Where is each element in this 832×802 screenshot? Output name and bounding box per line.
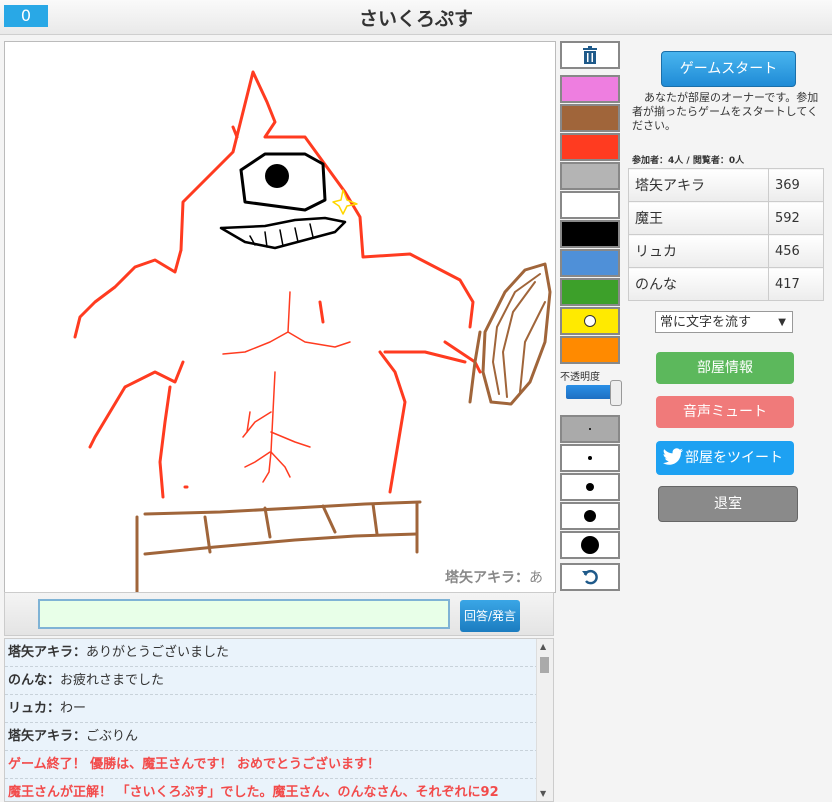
brush-size-1[interactable]	[560, 415, 620, 443]
color-swatch-brown[interactable]	[560, 104, 620, 132]
color-swatch-gray[interactable]	[560, 162, 620, 190]
chevron-down-icon: ▼	[778, 317, 786, 328]
room-info-button[interactable]: 部屋情報	[656, 352, 794, 384]
scroll-down-icon[interactable]: ▼	[540, 789, 546, 798]
chat-message: のんな：お疲れさまでした	[5, 667, 538, 695]
scroll-mode-select[interactable]: 常に文字を流す ▼	[655, 311, 793, 333]
brush-dot-icon	[589, 428, 591, 430]
tweet-room-button[interactable]: 部屋をツイート	[656, 441, 794, 475]
selected-color-indicator	[584, 315, 596, 327]
player-score: 456	[768, 234, 824, 268]
chat-text: 魔王さんが正解！ 「さいくろぷす」でした。魔王さん、のんなさん、それぞれに92	[8, 785, 499, 800]
drawer-message: 塔矢アキラ：あ	[445, 570, 543, 586]
brush-size-5[interactable]	[560, 531, 620, 559]
player-score: 417	[768, 267, 824, 301]
color-swatch-pink[interactable]	[560, 75, 620, 103]
color-swatch-green[interactable]	[560, 278, 620, 306]
color-swatch-blue[interactable]	[560, 249, 620, 277]
undo-icon	[582, 569, 598, 585]
chat-message: 塔矢アキラ：ごぶりん	[5, 723, 538, 751]
brush-dot-icon	[584, 510, 596, 522]
brush-dot-icon	[586, 483, 594, 491]
top-bar: 0 さいくろぷす	[0, 0, 832, 35]
trash-icon	[583, 46, 597, 64]
chat-input[interactable]	[38, 599, 450, 629]
scroll-up-icon[interactable]: ▲	[540, 642, 546, 651]
mute-button[interactable]: 音声ミュート	[656, 396, 794, 428]
score-table: 塔矢アキラ 369 魔王 592 リュカ 456 のんな 417	[628, 168, 824, 301]
table-row: 塔矢アキラ 369	[628, 168, 824, 202]
color-swatch-white[interactable]	[560, 191, 620, 219]
chat-text: ごぶりん	[86, 729, 139, 744]
player-score: 592	[768, 201, 824, 235]
leave-room-button[interactable]: 退室	[658, 486, 798, 522]
chat-message: リュカ：わー	[5, 695, 538, 723]
chat-author: のんな：	[8, 673, 61, 688]
color-swatch-red[interactable]	[560, 133, 620, 161]
color-swatch-orange[interactable]	[560, 336, 620, 364]
opacity-slider-handle[interactable]	[610, 380, 622, 406]
brush-size-3[interactable]	[560, 473, 620, 501]
color-swatch-black[interactable]	[560, 220, 620, 248]
page-title: さいくろぷす	[358, 8, 473, 30]
scrollbar-thumb[interactable]	[540, 657, 549, 673]
drawing-strokes	[73, 70, 552, 592]
color-swatch-yellow[interactable]	[560, 307, 620, 335]
table-row: リュカ 456	[628, 234, 824, 268]
tweet-room-label: 部屋をツイート	[685, 450, 783, 466]
brush-size-4[interactable]	[560, 502, 620, 530]
player-name: 塔矢アキラ	[628, 168, 769, 202]
chat-text: ありがとうございました	[86, 645, 230, 660]
undo-button[interactable]	[560, 563, 620, 591]
owner-note: あなたが部屋のオーナーです。参加者が揃ったらゲームをスタートしてください。	[632, 91, 819, 132]
chat-log: 塔矢アキラ：ありがとうございました のんな：お疲れさまでした リュカ：わー 塔矢…	[4, 638, 554, 802]
chat-author: 塔矢アキラ：	[8, 729, 87, 744]
player-name: 魔王	[628, 201, 769, 235]
chat-input-bar: 回答/発言	[4, 592, 554, 636]
brush-dot-icon	[588, 456, 592, 460]
player-name: リュカ	[628, 234, 769, 268]
system-message: 魔王さんが正解！ 「さいくろぷす」でした。魔王さん、のんなさん、それぞれに92	[5, 779, 538, 801]
chat-text: ゲーム終了！ 優勝は、魔王さんです！ おめでとうございます！	[8, 757, 381, 772]
chat-scrollbar[interactable]: ▲ ▼	[536, 639, 553, 801]
game-start-button[interactable]: ゲームスタート	[661, 51, 796, 87]
table-row: 魔王 592	[628, 201, 824, 235]
drawing-canvas[interactable]: 塔矢アキラ：あ	[4, 41, 556, 593]
player-name: のんな	[628, 267, 769, 301]
twitter-bird-icon	[662, 448, 683, 465]
send-answer-button[interactable]: 回答/発言	[460, 600, 520, 632]
system-message: ゲーム終了！ 優勝は、魔王さんです！ おめでとうございます！	[5, 751, 538, 779]
player-score: 369	[768, 168, 824, 202]
opacity-label: 不透明度	[560, 372, 600, 383]
opacity-slider[interactable]	[566, 380, 622, 406]
brush-size-2[interactable]	[560, 444, 620, 472]
chat-author: リュカ：	[8, 701, 61, 716]
chat-text: お疲れさまでした	[60, 673, 165, 688]
chat-author: 塔矢アキラ：	[8, 645, 87, 660]
table-row: のんな 417	[628, 267, 824, 301]
clear-canvas-button[interactable]	[560, 41, 620, 69]
chat-message: 塔矢アキラ：ありがとうございました	[5, 639, 538, 667]
chat-text: わー	[60, 701, 87, 716]
brush-dot-icon	[581, 536, 599, 554]
participant-counts: 参加者：4人 / 閲覧者：0人	[632, 156, 745, 166]
scroll-mode-value: 常に文字を流す	[660, 315, 752, 330]
